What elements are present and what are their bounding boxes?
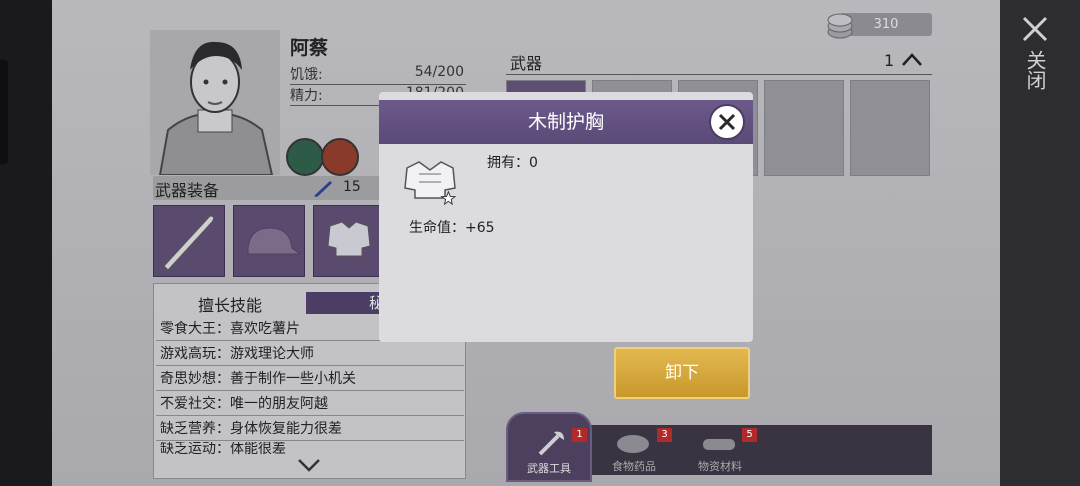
badge: 1 bbox=[572, 428, 587, 442]
skill-row: 不爱社交：唯一的朋友阿越 bbox=[156, 392, 464, 416]
hunger-label: 饥饿: bbox=[290, 67, 323, 83]
inventory-slot[interactable] bbox=[764, 80, 844, 176]
equip-slot-weapon[interactable] bbox=[153, 205, 225, 277]
skill-row: 奇思妙想：善于制作一些小机关 bbox=[156, 367, 464, 391]
attack-value: 15 bbox=[343, 179, 361, 195]
character-name: 阿蔡 bbox=[290, 37, 329, 59]
tab-skills[interactable]: 擅长技能 bbox=[155, 292, 305, 315]
weapons-divider bbox=[506, 74, 932, 75]
character-portrait bbox=[150, 30, 280, 175]
coin-stack-icon bbox=[827, 13, 853, 39]
tab-label: 食物药品 bbox=[612, 460, 656, 473]
owned-value: 0 bbox=[529, 155, 538, 171]
hp-value: +65 bbox=[465, 220, 495, 236]
modal-title: 木制护胸 bbox=[527, 111, 604, 133]
axe-icon bbox=[538, 431, 564, 456]
trait-food-icon[interactable] bbox=[286, 138, 324, 176]
owned-count: 拥有：0 bbox=[487, 152, 538, 172]
equip-slot-head[interactable] bbox=[233, 205, 305, 277]
equip-slot-chest[interactable] bbox=[313, 205, 385, 277]
skill-row: 缺乏营养：身体恢复能力很差 bbox=[156, 417, 464, 441]
badge: 3 bbox=[657, 428, 672, 442]
hunger-value: 54/200 bbox=[414, 64, 464, 80]
hp-bonus: 生命值：+65 bbox=[409, 217, 495, 237]
side-handle[interactable] bbox=[0, 60, 8, 164]
inventory-slot[interactable] bbox=[850, 80, 930, 176]
item-detail-modal: 木制护胸 拥有：0 生命值：+65 bbox=[379, 92, 753, 342]
sword-icon bbox=[314, 181, 332, 197]
owned-label: 拥有： bbox=[487, 155, 529, 171]
hp-label: 生命值： bbox=[409, 220, 465, 236]
tab-weapons-tools[interactable]: 武器工具 bbox=[506, 412, 592, 482]
food-icon bbox=[617, 435, 649, 453]
chest-armor-icon bbox=[327, 221, 371, 257]
weapons-count: 1 bbox=[884, 51, 895, 70]
trait-hand-icon[interactable] bbox=[321, 138, 359, 176]
close-icon[interactable] bbox=[1020, 14, 1050, 44]
skill-row: 缺乏运动：体能很差 bbox=[160, 442, 286, 456]
tab-label: 物资材料 bbox=[698, 460, 742, 473]
modal-close-button[interactable] bbox=[709, 104, 745, 140]
tab-label: 武器工具 bbox=[527, 462, 571, 475]
equipment-title: 武器装备 bbox=[155, 181, 220, 200]
bat-icon bbox=[163, 215, 215, 271]
log-icon bbox=[703, 439, 735, 450]
unequip-button[interactable]: 卸下 bbox=[614, 347, 750, 399]
skill-row: 游戏高玩：游戏理论大师 bbox=[156, 342, 464, 366]
close-icon bbox=[718, 113, 736, 131]
badge: 5 bbox=[742, 428, 757, 442]
close-label[interactable]: 关闭 bbox=[1022, 50, 1050, 90]
cap-icon bbox=[247, 227, 302, 255]
energy-label: 精力: bbox=[290, 88, 323, 104]
chest-armor-icon bbox=[404, 161, 457, 206]
hunger-stat: 饥饿: 54/200 bbox=[290, 64, 466, 85]
weapons-header: 武器 bbox=[510, 54, 543, 73]
chevron-up-icon[interactable] bbox=[900, 52, 924, 68]
chevron-down-icon[interactable] bbox=[296, 456, 322, 474]
